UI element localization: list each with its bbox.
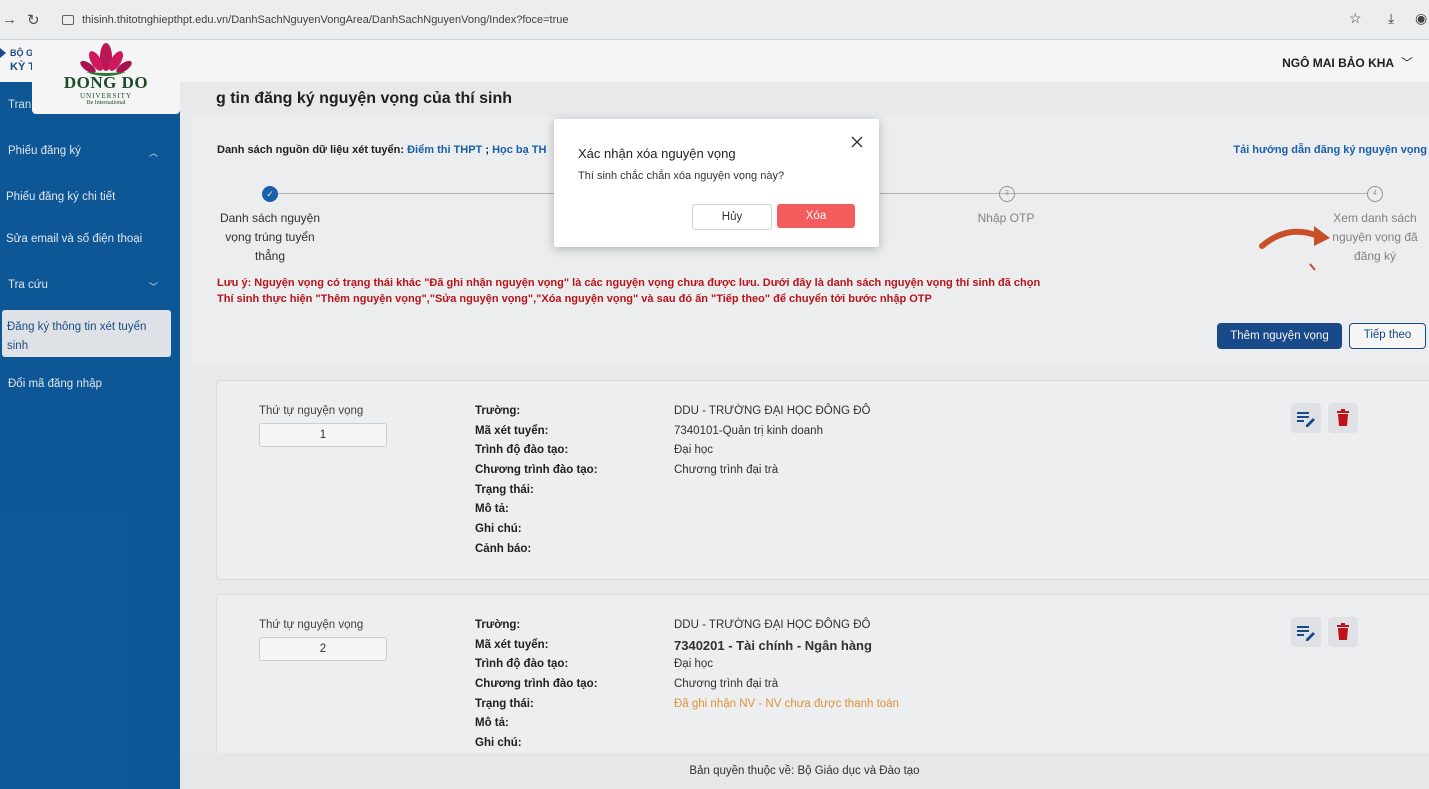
close-icon[interactable] [850, 135, 864, 149]
confirm-delete-button[interactable]: Xóa [777, 204, 855, 228]
dialog-message: Thí sinh chắc chắn xóa nguyện vọng này? [578, 170, 785, 182]
delete-confirm-dialog: Xác nhận xóa nguyện vọng Thí sinh chắc c… [554, 119, 879, 247]
cancel-button[interactable]: Hủy [692, 204, 772, 230]
dialog-title: Xác nhận xóa nguyện vọng [578, 146, 736, 161]
